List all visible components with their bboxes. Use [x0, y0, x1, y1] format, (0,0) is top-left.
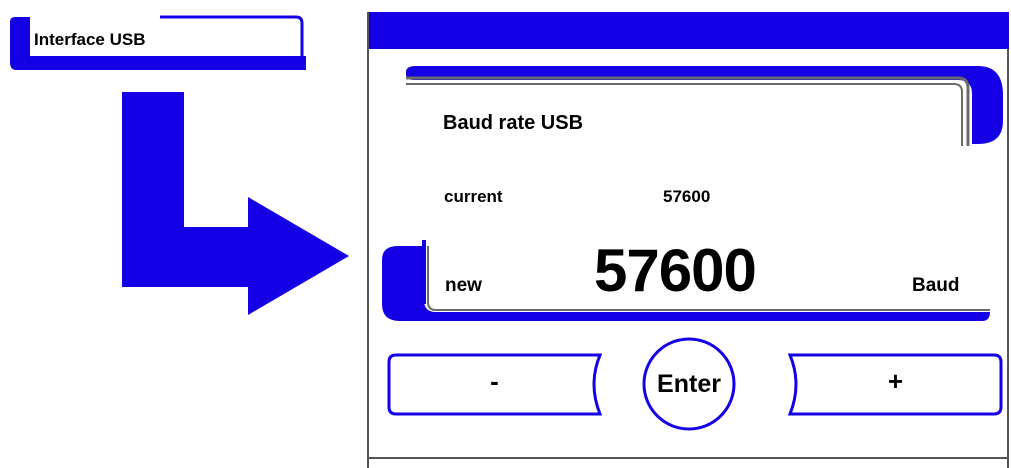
page-title: Baud rate USB	[443, 112, 584, 134]
current-value: 57600	[663, 187, 711, 206]
current-label: current	[444, 187, 503, 206]
minus-button[interactable]: -	[389, 366, 600, 397]
plus-button[interactable]: +	[790, 366, 1001, 397]
new-value[interactable]: 57600	[594, 236, 757, 305]
device-screen	[367, 12, 1009, 468]
new-label: new	[445, 275, 482, 296]
enter-button[interactable]: Enter	[644, 370, 734, 399]
unit-label: Baud	[912, 275, 960, 296]
header-bar	[369, 12, 1009, 49]
